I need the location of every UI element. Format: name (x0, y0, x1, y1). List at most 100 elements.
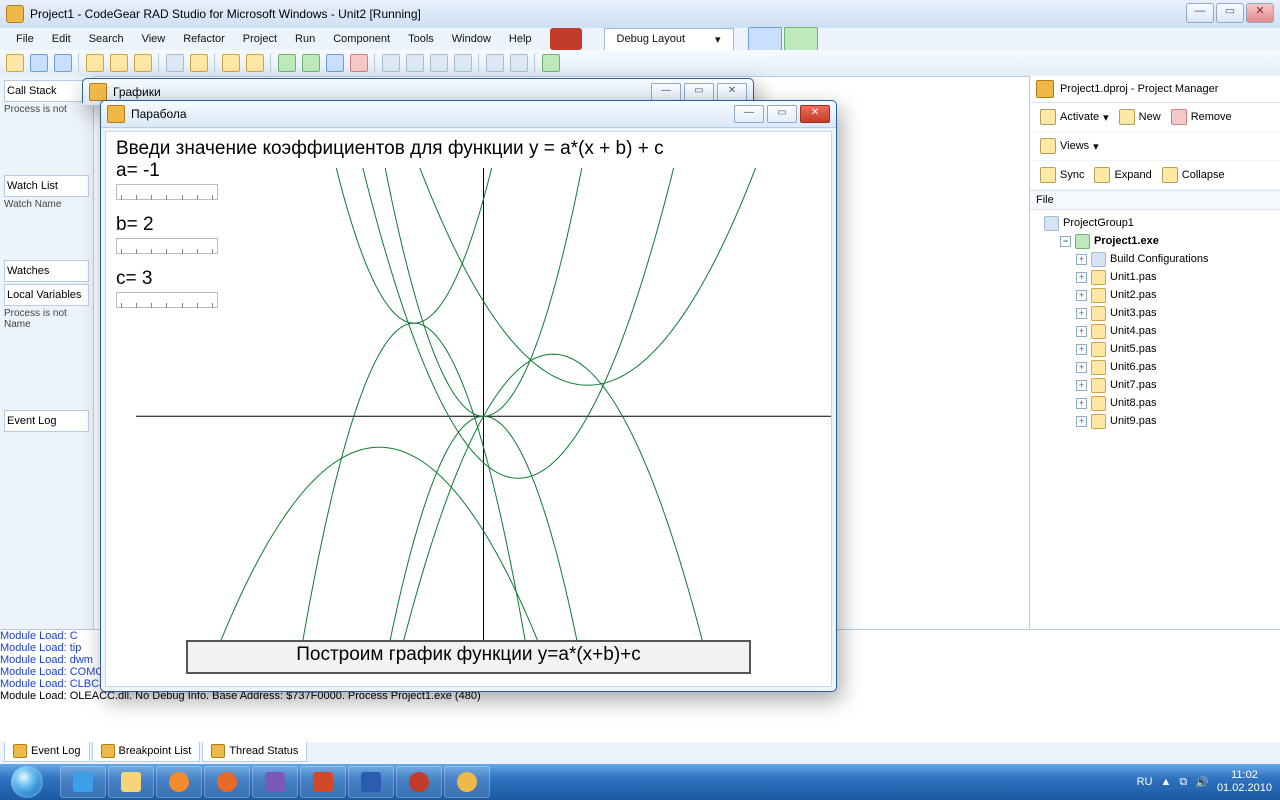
taskbar-firefox[interactable] (204, 766, 250, 798)
pm-views[interactable]: Views ▾ (1040, 138, 1099, 154)
tab-event-log[interactable]: Event Log (4, 740, 90, 762)
taskbar-delphi[interactable] (396, 766, 442, 798)
tree-unit[interactable]: +Unit1.pas (1038, 268, 1272, 286)
tree-unit[interactable]: +Unit6.pas (1038, 358, 1272, 376)
tb-step2[interactable] (406, 54, 424, 72)
build-graph-button[interactable]: Построим график функции y=a*(x+b)+c (186, 640, 751, 674)
parabola-close-button[interactable]: ✕ (800, 105, 830, 123)
tree-group[interactable]: ProjectGroup1 (1038, 214, 1272, 232)
menu-project[interactable]: Project (235, 30, 285, 48)
tray-lang[interactable]: RU (1137, 776, 1153, 788)
grafiki-max-button[interactable]: ▭ (684, 83, 714, 101)
tb-sep (78, 53, 80, 73)
tab-watches[interactable]: Watches (4, 260, 89, 282)
tb-folder2[interactable] (110, 54, 128, 72)
menu-window[interactable]: Window (444, 30, 499, 48)
panel-local-vars[interactable]: Local Variables (4, 284, 89, 306)
tb-save[interactable] (54, 54, 72, 72)
close-button[interactable]: ✕ (1246, 3, 1274, 23)
windows-orb-icon (11, 766, 43, 798)
tab-breakpoint-list[interactable]: Breakpoint List (92, 740, 201, 762)
tb-open[interactable] (30, 54, 48, 72)
menu-component[interactable]: Component (325, 30, 398, 48)
tb-misc3[interactable] (222, 54, 240, 72)
tray-network-icon[interactable]: ⧉ (1179, 776, 1187, 789)
tree-unit[interactable]: +Unit9.pas (1038, 412, 1272, 430)
tree-build[interactable]: +Build Configurations (1038, 250, 1272, 268)
minimize-button[interactable]: — (1186, 3, 1214, 23)
layout-combo[interactable]: Debug Layout ▾ (604, 28, 734, 51)
pm-sync[interactable]: Sync (1040, 167, 1084, 183)
panel-watch-list[interactable]: Watch List (4, 175, 89, 197)
taskbar-pinned (60, 766, 490, 798)
grafiki-min-button[interactable]: — (651, 83, 681, 101)
tree-unit[interactable]: +Unit4.pas (1038, 322, 1272, 340)
grafiki-close-button[interactable]: ✕ (717, 83, 747, 101)
tray-clock[interactable]: 11:02 01.02.2010 (1217, 769, 1272, 795)
maximize-button[interactable]: ▭ (1216, 3, 1244, 23)
menu-tools[interactable]: Tools (400, 30, 442, 48)
pm-remove[interactable]: Remove (1171, 109, 1232, 125)
taskbar-media[interactable] (156, 766, 202, 798)
project-tree[interactable]: ProjectGroup1 −Project1.exe +Build Confi… (1030, 210, 1280, 622)
taskbar-explorer[interactable] (108, 766, 154, 798)
tb-nav1[interactable] (486, 54, 504, 72)
chevron-down-icon: ▾ (707, 30, 729, 49)
menu-view[interactable]: View (134, 30, 174, 48)
tree-unit[interactable]: +Unit2.pas (1038, 286, 1272, 304)
left-dock: Call Stack Process is not Watch List Wat… (0, 76, 94, 630)
tb-step3[interactable] (430, 54, 448, 72)
tree-unit[interactable]: +Unit5.pas (1038, 340, 1272, 358)
tray-flag-icon[interactable]: ▲ (1160, 776, 1171, 788)
menu-file[interactable]: File (8, 30, 42, 48)
menu-help[interactable]: Help (501, 30, 540, 48)
main-titlebar: Project1 - CodeGear RAD Studio for Micro… (0, 0, 1280, 29)
taskbar-ie[interactable] (60, 766, 106, 798)
panel-event-log[interactable]: Event Log (4, 410, 89, 432)
pm-activate[interactable]: Activate ▾ (1040, 109, 1109, 125)
tree-unit[interactable]: +Unit3.pas (1038, 304, 1272, 322)
menu-refactor[interactable]: Refactor (175, 30, 233, 48)
pm-expand[interactable]: Expand (1094, 167, 1151, 183)
parabola-max-button[interactable]: ▭ (767, 105, 797, 123)
tb-misc4[interactable] (246, 54, 264, 72)
tree-exe[interactable]: −Project1.exe (1038, 232, 1272, 250)
tb-run-wo-debug[interactable] (302, 54, 320, 72)
menu-run[interactable]: Run (287, 30, 323, 48)
tb-pause[interactable] (326, 54, 344, 72)
toolbar-small1[interactable] (748, 27, 782, 51)
menu-edit[interactable]: Edit (44, 30, 79, 48)
tb-misc2[interactable] (190, 54, 208, 72)
parabola-window[interactable]: Парабола — ▭ ✕ Введи значение коэффициен… (100, 100, 837, 692)
tab-thread-status[interactable]: Thread Status (202, 740, 307, 762)
layout-combo-text: Debug Layout (609, 30, 694, 48)
tb-run[interactable] (278, 54, 296, 72)
taskbar-word[interactable] (348, 766, 394, 798)
parabola-min-button[interactable]: — (734, 105, 764, 123)
project-manager-title-text: Project1.dproj - Project Manager (1060, 83, 1218, 95)
menu-search[interactable]: Search (81, 30, 132, 48)
panel-call-stack[interactable]: Call Stack (4, 80, 89, 102)
toolbar-small2[interactable] (784, 27, 818, 51)
tb-step4[interactable] (454, 54, 472, 72)
tb-folder1[interactable] (86, 54, 104, 72)
pm-new[interactable]: New (1119, 109, 1161, 125)
tree-unit[interactable]: +Unit7.pas (1038, 376, 1272, 394)
tray-time: 11:02 (1217, 769, 1272, 782)
tb-help[interactable] (542, 54, 560, 72)
taskbar-powerpoint[interactable] (300, 766, 346, 798)
parabola-icon (107, 105, 125, 123)
tray-volume-icon[interactable]: 🔊 (1195, 776, 1209, 789)
parabola-titlebar[interactable]: Парабола — ▭ ✕ (101, 101, 836, 128)
tb-misc1[interactable] (166, 54, 184, 72)
tree-unit[interactable]: +Unit8.pas (1038, 394, 1272, 412)
tb-step1[interactable] (382, 54, 400, 72)
tb-new[interactable] (6, 54, 24, 72)
tb-folder3[interactable] (134, 54, 152, 72)
start-button[interactable] (0, 764, 54, 800)
taskbar-app1[interactable] (252, 766, 298, 798)
taskbar-running[interactable] (444, 766, 490, 798)
tb-stop[interactable] (350, 54, 368, 72)
pm-collapse[interactable]: Collapse (1162, 167, 1225, 183)
tb-nav2[interactable] (510, 54, 528, 72)
